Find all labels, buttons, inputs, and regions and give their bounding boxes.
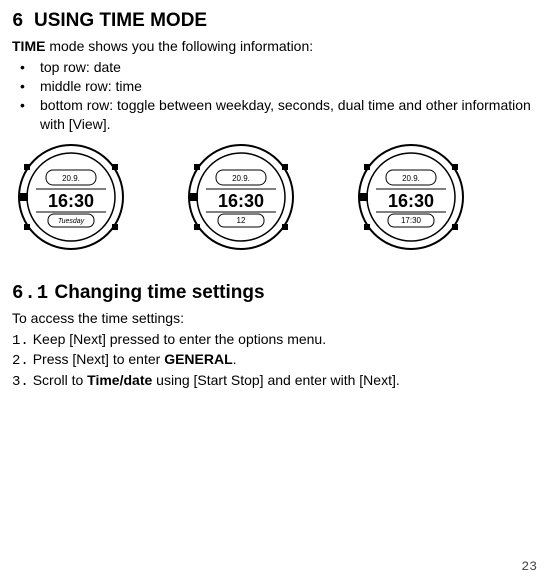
subsection-title: Changing time settings [55, 282, 265, 303]
watch-face: 20.9. 16:30 17:30 [356, 142, 466, 252]
svg-text:20.9.: 20.9. [232, 174, 250, 183]
page-number: 23 [521, 559, 537, 574]
info-bullet-list: top row: date middle row: time bottom ro… [12, 58, 537, 134]
watch-face: 20.9. 16:30 12 [186, 142, 296, 252]
svg-text:20.9.: 20.9. [402, 174, 420, 183]
svg-text:16:30: 16:30 [388, 191, 434, 211]
access-line: To access the time settings: [12, 310, 537, 326]
steps-list: 1. Keep [Next] pressed to enter the opti… [12, 330, 537, 393]
subsection-number: 6.1 [12, 282, 49, 304]
list-item: 1. Keep [Next] pressed to enter the opti… [12, 330, 537, 351]
watch-face: 20.9. 16:30 Tuesday [16, 142, 126, 252]
svg-text:16:30: 16:30 [218, 191, 264, 211]
list-item: bottom row: toggle between weekday, seco… [18, 96, 537, 134]
subsection-heading: 6.1 Changing time settings [12, 282, 537, 304]
list-item: 2. Press [Next] to enter GENERAL. [12, 350, 537, 371]
section-number: 6 [12, 10, 23, 32]
intro-label: TIME [12, 38, 45, 54]
list-item: top row: date [18, 58, 537, 77]
svg-text:17:30: 17:30 [401, 216, 422, 225]
list-item: middle row: time [18, 77, 537, 96]
section-title: USING TIME MODE [34, 10, 207, 31]
section-heading: 6 USING TIME MODE [12, 10, 537, 32]
list-item: 3. Scroll to Time/date using [Start Stop… [12, 371, 537, 392]
svg-text:12: 12 [237, 216, 246, 225]
watch-illustrations: 20.9. 16:30 Tuesday 20.9. 16:30 12 [12, 142, 537, 252]
svg-text:Tuesday: Tuesday [58, 218, 85, 225]
svg-text:16:30: 16:30 [48, 191, 94, 211]
intro-rest: mode shows you the following information… [45, 38, 313, 54]
svg-text:20.9.: 20.9. [62, 174, 80, 183]
intro-line: TIME mode shows you the following inform… [12, 38, 537, 54]
